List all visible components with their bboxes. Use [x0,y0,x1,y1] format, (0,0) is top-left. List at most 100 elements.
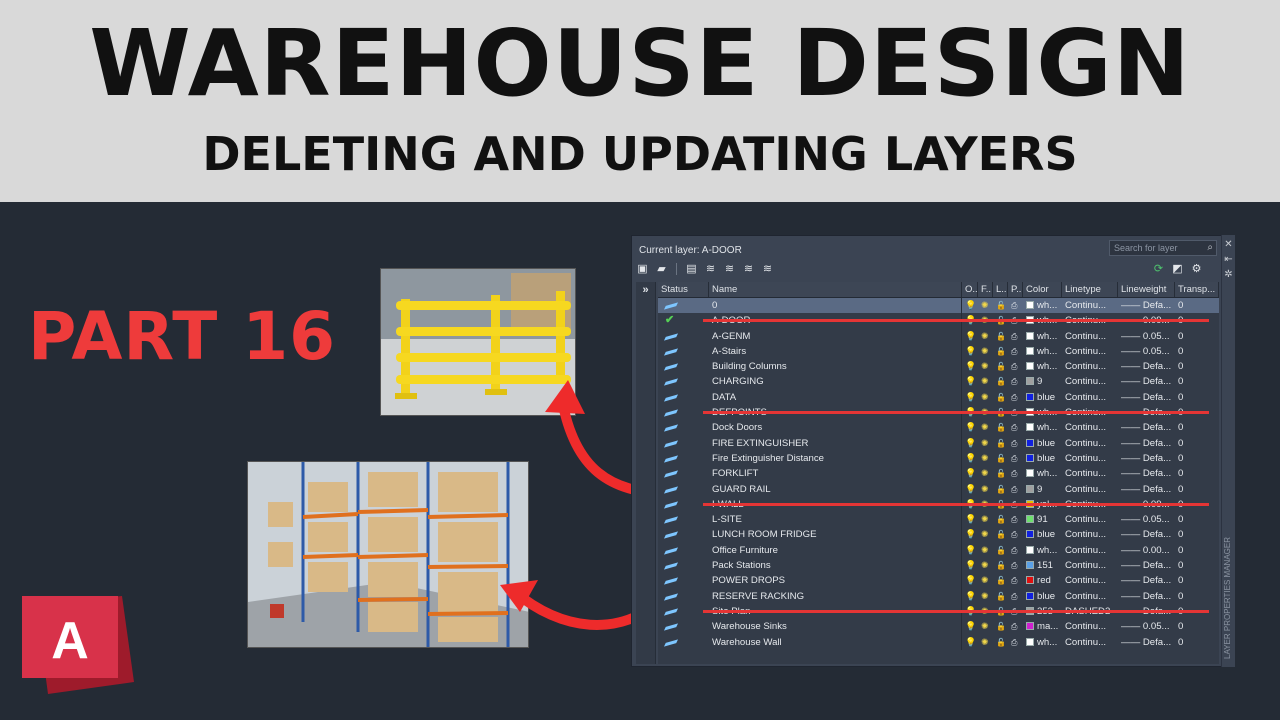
layer-transparency[interactable]: 0 [1175,420,1219,435]
lock-toggle[interactable]: 🔓 [993,374,1008,389]
new-group-filter-icon[interactable]: ▰ [655,263,668,275]
layer-color[interactable]: blue [1023,527,1062,542]
layer-status[interactable] [658,329,709,344]
on-toggle[interactable]: 💡 [962,359,978,374]
freeze-toggle[interactable]: ✺ [978,527,993,542]
layer-status[interactable] [658,405,709,420]
gear-icon[interactable]: ⚙ [1190,263,1203,275]
layer-row[interactable]: Warehouse Sinks 💡 ✺ 🔓 ⎙ ma... Continu... —— 0.0… [658,619,1219,635]
layer-lineweight[interactable]: —— Defa... [1118,436,1175,451]
layer-status[interactable] [658,298,709,313]
layer-linetype[interactable]: Continu... [1062,374,1118,389]
layer-lineweight[interactable]: —— Defa... [1118,451,1175,466]
header-on[interactable]: O.. [962,282,978,297]
layer-name[interactable]: 0 [709,298,962,314]
layer-transparency[interactable]: 0 [1175,436,1219,451]
freeze-toggle[interactable]: ✺ [978,543,993,558]
on-toggle[interactable]: 💡 [962,482,978,497]
plot-toggle[interactable]: ⎙ [1008,390,1023,405]
layer-color[interactable]: 151 [1023,558,1062,573]
plot-toggle[interactable]: ⎙ [1008,436,1023,451]
plot-toggle[interactable]: ⎙ [1008,298,1023,313]
filter-tree-toggle[interactable]: » [636,282,656,664]
plot-toggle[interactable]: ⎙ [1008,589,1023,604]
header-color[interactable]: Color [1023,282,1062,297]
layer-lineweight[interactable]: —— 0.05... [1118,512,1175,527]
layer-row[interactable]: Building Columns 💡 ✺ 🔓 ⎙ wh... Continu... —— De… [658,359,1219,375]
layer-status[interactable] [658,390,709,405]
on-toggle[interactable]: 💡 [962,451,978,466]
on-toggle[interactable]: 💡 [962,374,978,389]
layer-transparency[interactable]: 0 [1175,466,1219,481]
new-layer-icon[interactable]: ≋ [704,263,717,275]
layer-name[interactable]: L-SITE [709,512,962,528]
header-freeze[interactable]: F.. [978,282,993,297]
layer-lineweight[interactable]: —— Defa... [1118,390,1175,405]
layer-search-input[interactable]: Search for layer ⌕ [1109,240,1217,256]
layer-color[interactable]: ma... [1023,619,1062,634]
on-toggle[interactable]: 💡 [962,635,978,650]
layer-name[interactable]: Fire Extinguisher Distance [709,450,962,467]
on-toggle[interactable]: 💡 [962,573,978,588]
layer-color[interactable]: blue [1023,390,1062,405]
auto-hide-icon[interactable]: ⇤ [1222,254,1235,265]
layer-row[interactable]: GUARD RAIL 💡 ✺ 🔓 ⎙ 9 Continu... —— Defa... 0 [658,481,1219,497]
header-plot[interactable]: P.. [1008,282,1023,297]
on-toggle[interactable]: 💡 [962,466,978,481]
lock-toggle[interactable]: 🔓 [993,390,1008,405]
layer-linetype[interactable]: Continu... [1062,589,1118,604]
layer-color[interactable]: wh... [1023,344,1062,359]
layer-transparency[interactable]: 0 [1175,558,1219,573]
on-toggle[interactable]: 💡 [962,344,978,359]
layer-transparency[interactable]: 0 [1175,298,1219,313]
layer-linetype[interactable]: Continu... [1062,558,1118,573]
layer-row[interactable]: L-SITE 💡 ✺ 🔓 ⎙ 91 Continu... —— 0.05... 0 [658,512,1219,528]
layer-transparency[interactable]: 0 [1175,359,1219,374]
on-toggle[interactable]: 💡 [962,512,978,527]
layer-name[interactable]: Warehouse Wall [709,634,962,650]
layer-transparency[interactable]: 0 [1175,527,1219,542]
plot-toggle[interactable]: ⎙ [1008,420,1023,435]
freeze-toggle[interactable]: ✺ [978,451,993,466]
layer-name[interactable]: A-GENM [709,328,962,344]
layer-transparency[interactable]: 0 [1175,329,1219,344]
layer-status[interactable] [658,543,709,558]
plot-toggle[interactable]: ⎙ [1008,451,1023,466]
freeze-toggle[interactable]: ✺ [978,589,993,604]
layer-settings-tool-icon[interactable]: ◩ [1171,263,1184,275]
lock-toggle[interactable]: 🔓 [993,512,1008,527]
plot-toggle[interactable]: ⎙ [1008,543,1023,558]
layer-status[interactable] [658,374,709,389]
on-toggle[interactable]: 💡 [962,619,978,634]
lock-toggle[interactable]: 🔓 [993,558,1008,573]
layer-name[interactable]: FORKLIFT [709,466,962,482]
plot-toggle[interactable]: ⎙ [1008,344,1023,359]
header-linetype[interactable]: Linetype [1062,282,1118,297]
on-toggle[interactable]: 💡 [962,420,978,435]
layer-linetype[interactable]: Continu... [1062,512,1118,527]
lock-toggle[interactable]: 🔓 [993,420,1008,435]
layer-linetype[interactable]: Continu... [1062,451,1118,466]
layer-lineweight[interactable]: —— 0.05... [1118,329,1175,344]
layer-lineweight[interactable]: —— Defa... [1118,466,1175,481]
lock-toggle[interactable]: 🔓 [993,619,1008,634]
layer-lineweight[interactable]: —— Defa... [1118,359,1175,374]
layer-lineweight[interactable]: —— 0.05... [1118,344,1175,359]
layer-linetype[interactable]: Continu... [1062,344,1118,359]
layer-transparency[interactable]: 0 [1175,589,1219,604]
layer-status[interactable] [658,558,709,573]
layer-name[interactable]: A-Stairs [709,343,962,360]
layer-row[interactable]: Dock Doors 💡 ✺ 🔓 ⎙ wh... Continu... —— Defa... 0 [658,420,1219,436]
delete-layer-icon[interactable]: ≋ [742,263,755,275]
layer-linetype[interactable]: Continu... [1062,619,1118,634]
plot-toggle[interactable]: ⎙ [1008,329,1023,344]
new-vp-frozen-layer-icon[interactable]: ≋ [723,263,736,275]
lock-toggle[interactable]: 🔓 [993,482,1008,497]
layer-status[interactable] [658,573,709,588]
layer-transparency[interactable]: 0 [1175,374,1219,389]
layer-name[interactable]: Pack Stations [709,558,962,574]
plot-toggle[interactable]: ⎙ [1008,512,1023,527]
layer-lineweight[interactable]: —— Defa... [1118,420,1175,435]
freeze-toggle[interactable]: ✺ [978,482,993,497]
layer-status[interactable] [658,512,709,527]
